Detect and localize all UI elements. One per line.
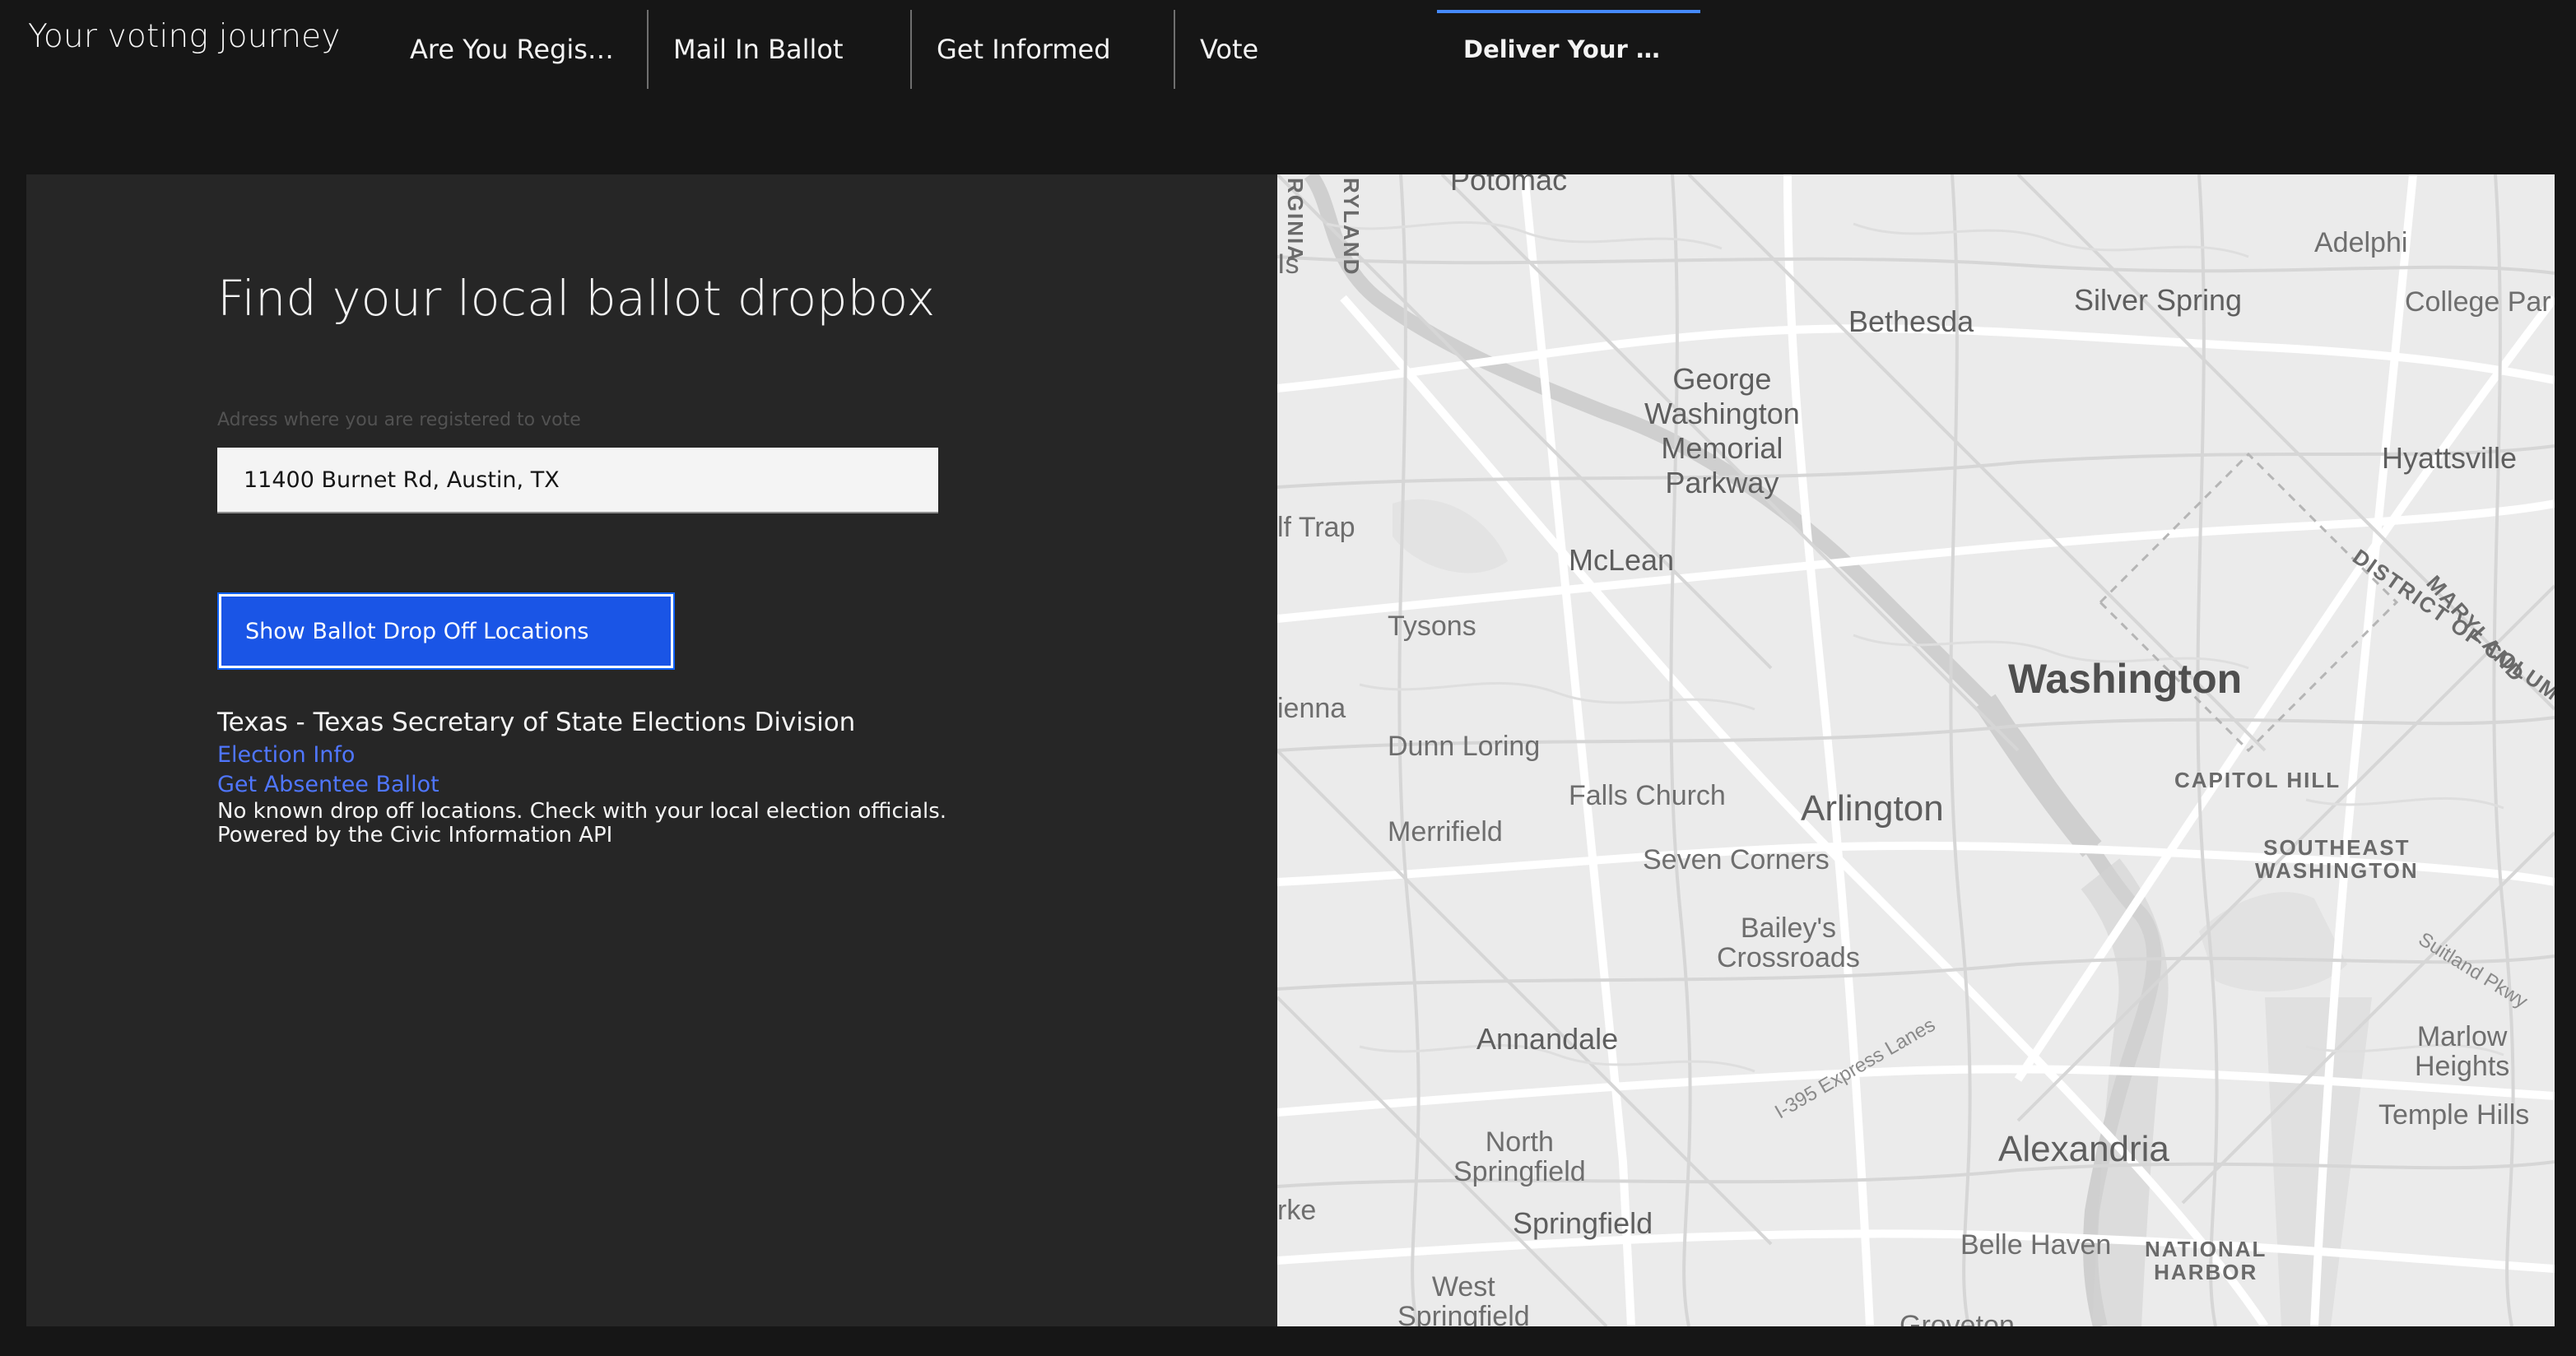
tab-label: Vote bbox=[1200, 34, 1259, 65]
map-label-west-springfield: West Springfield bbox=[1397, 1272, 1530, 1326]
map-label-temple-hills: Temple Hills bbox=[2378, 1099, 2530, 1131]
map-label-springfield: Springfield bbox=[1513, 1206, 1653, 1240]
tab-vote[interactable]: Vote bbox=[1174, 10, 1437, 89]
tab-mail-in-ballot[interactable]: Mail In Ballot bbox=[647, 10, 910, 89]
map-label-is: Is bbox=[1277, 248, 1300, 280]
map-label-gw-line: George bbox=[1672, 362, 1772, 396]
map-label-marlow-line: Heights bbox=[2415, 1051, 2510, 1082]
address-input[interactable] bbox=[217, 448, 938, 513]
map-label-north-springfield-line: North bbox=[1485, 1126, 1554, 1158]
map-label-potomac: Potomac bbox=[1450, 174, 1568, 197]
map-label-baileys-line: Crossroads bbox=[1717, 942, 1860, 973]
map-label-tysons: Tysons bbox=[1388, 611, 1476, 642]
map-label-seven-corners: Seven Corners bbox=[1643, 844, 1830, 875]
tab-label: Are You Registe... bbox=[410, 34, 624, 65]
api-credit: Powered by the Civic Information API bbox=[217, 823, 613, 848]
map-label-college-park: College Par bbox=[2405, 286, 2551, 318]
tab-label: Mail In Ballot bbox=[673, 34, 844, 65]
map-label-maryland-west: RYLAND bbox=[1339, 178, 1364, 276]
map-label-se-line: WASHINGTON bbox=[2255, 858, 2419, 883]
map-label-west-springfield-line: Springfield bbox=[1397, 1301, 1530, 1326]
page: Your voting journey Are You Registe... M… bbox=[0, 0, 2576, 1356]
map-label-west-springfield-line: West bbox=[1431, 1271, 1495, 1303]
map-label-baileys-crossroads: Bailey's Crossroads bbox=[1717, 913, 1860, 973]
map-label-national-harbor-line: HARBOR bbox=[2154, 1260, 2258, 1284]
map-label-wolf-trap: lf Trap bbox=[1277, 512, 1355, 543]
get-absentee-ballot-link[interactable]: Get Absentee Ballot bbox=[217, 770, 1205, 800]
map-label-belle-haven: Belle Haven bbox=[1960, 1229, 2112, 1261]
map-label-gw-line: Washington bbox=[1644, 397, 1800, 430]
map-label-gw-line: Memorial bbox=[1661, 431, 1783, 465]
map-label-southeast-washington: SOUTHEAST WASHINGTON bbox=[2255, 836, 2419, 882]
map-label-gw-line: Parkway bbox=[1665, 466, 1779, 499]
tab-are-you-registered[interactable]: Are You Registe... bbox=[384, 10, 647, 89]
map-label-falls-church: Falls Church bbox=[1569, 780, 1726, 811]
map-label-merrifield: Merrifield bbox=[1388, 816, 1503, 848]
journey-tabs: Are You Registe... Mail In Ballot Get In… bbox=[384, 10, 1700, 89]
map-label-arlington: Arlington bbox=[1801, 788, 1944, 829]
map-label-burke: rke bbox=[1277, 1195, 1317, 1226]
map-label-adelphi: Adelphi bbox=[2314, 227, 2408, 258]
map-label-bethesda: Bethesda bbox=[1848, 304, 1974, 338]
map[interactable]: Potomac RGINIA RYLAND Is Bethesda Silver… bbox=[1277, 174, 2555, 1326]
tab-deliver-your-ballot[interactable]: Deliver Your Ballot bbox=[1437, 10, 1700, 89]
address-label: Adress where you are registered to vote bbox=[217, 410, 581, 430]
no-locations-message: No known drop off locations. Check with … bbox=[217, 799, 947, 824]
results: Texas - Texas Secretary of State Electio… bbox=[217, 704, 1205, 848]
tab-divider bbox=[910, 10, 912, 89]
tab-divider bbox=[1174, 10, 1175, 89]
map-label-mclean: McLean bbox=[1569, 543, 1675, 577]
map-label-marlow-heights: Marlow Heights bbox=[2415, 1022, 2509, 1081]
dropbox-search-panel: Find your local ballot dropbox Adress wh… bbox=[26, 174, 1279, 1326]
tab-get-informed[interactable]: Get Informed bbox=[910, 10, 1174, 89]
map-label-national-harbor: NATIONAL HARBOR bbox=[2145, 1238, 2267, 1284]
map-label-groveton: Groveton bbox=[1899, 1310, 2015, 1326]
map-label-hyattsville: Hyattsville bbox=[2382, 441, 2518, 475]
map-label-alexandria: Alexandria bbox=[1998, 1129, 2169, 1169]
map-label-marlow-line: Marlow bbox=[2416, 1021, 2508, 1052]
page-title: Find your local ballot dropbox bbox=[217, 270, 936, 327]
map-label-se-line: SOUTHEAST bbox=[2263, 835, 2411, 860]
map-label-capitol-hill: CAPITOL HILL bbox=[2174, 768, 2341, 792]
map-label-national-harbor-line: NATIONAL bbox=[2145, 1237, 2267, 1261]
map-label-annandale: Annandale bbox=[1476, 1022, 1619, 1056]
map-label-washington: Washington bbox=[2008, 656, 2243, 702]
map-label-north-springfield: North Springfield bbox=[1453, 1127, 1586, 1186]
map-label-gw-parkway: George Washington Memorial Parkway bbox=[1644, 362, 1800, 500]
map-label-silver-spring: Silver Spring bbox=[2074, 283, 2243, 317]
map-label-baileys-line: Bailey's bbox=[1740, 913, 1836, 944]
map-label-dunn-loring: Dunn Loring bbox=[1388, 731, 1541, 762]
election-authority-name: Texas - Texas Secretary of State Electio… bbox=[217, 708, 856, 737]
app-title: Your voting journey bbox=[28, 18, 341, 55]
map-label-vienna: ienna bbox=[1277, 693, 1346, 724]
show-ballot-drop-off-locations-button[interactable]: Show Ballot Drop Off Locations bbox=[217, 592, 675, 670]
map-label-north-springfield-line: Springfield bbox=[1453, 1156, 1586, 1187]
tab-label: Deliver Your Ballot bbox=[1463, 35, 1677, 63]
tab-divider bbox=[647, 10, 649, 89]
tab-label: Get Informed bbox=[937, 34, 1111, 65]
election-info-link[interactable]: Election Info bbox=[217, 741, 1205, 770]
